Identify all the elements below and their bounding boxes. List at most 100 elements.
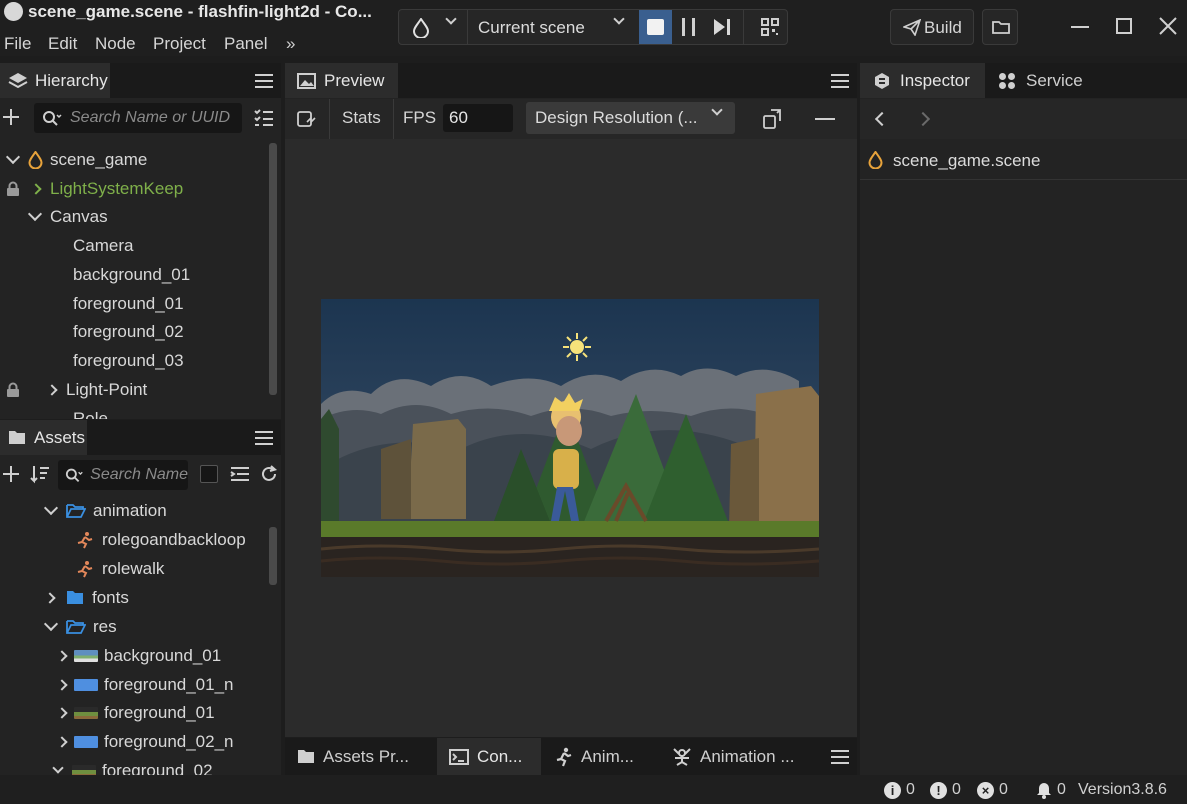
add-asset-icon[interactable] [2, 464, 22, 484]
forward-arrow-icon[interactable] [915, 111, 931, 127]
folder-open-icon [66, 504, 86, 518]
warning-count[interactable]: ! 0 [930, 781, 961, 799]
error-count[interactable]: × 0 [977, 781, 1008, 799]
hierarchy-search-input[interactable]: Search Name or UUID [34, 103, 242, 133]
error-icon: × [977, 781, 994, 799]
hierarchy-scrollbar[interactable] [269, 143, 277, 395]
send-icon [903, 19, 921, 36]
tree-node-light-point[interactable]: Light-Point [6, 375, 147, 404]
lock-icon[interactable] [6, 181, 20, 197]
scene-flame-icon [868, 151, 883, 169]
asset-background-01[interactable]: background_01 [56, 641, 221, 670]
tab-animation-editor[interactable]: Animation ... [672, 738, 795, 775]
build-button[interactable]: Build [890, 9, 974, 45]
app-logo-icon [4, 2, 23, 21]
tree-node-camera[interactable]: Camera [73, 231, 133, 260]
step-button[interactable] [713, 18, 731, 36]
design-resolution-select[interactable]: Design Resolution (... [526, 102, 735, 134]
sort-icon[interactable] [30, 464, 50, 484]
tree-node-foreground-01[interactable]: foreground_01 [73, 289, 184, 318]
window-title: scene_game.scene - flashfin-light2d - Co… [28, 2, 372, 21]
open-folder-button[interactable] [982, 9, 1018, 45]
tab-service[interactable]: Service [998, 63, 1083, 98]
assets-menu-icon[interactable] [255, 431, 273, 445]
collapse-list-icon[interactable] [230, 466, 250, 482]
menu-panel[interactable]: Panel [224, 34, 267, 54]
preview-panel: Preview Stats FPS 60 Design Resolution (… [285, 63, 857, 737]
fps-input[interactable]: 60 [443, 104, 513, 132]
tree-node-foreground-02[interactable]: foreground_02 [73, 317, 184, 346]
tab-animation[interactable]: Anim... [555, 738, 634, 775]
tree-node-background-01[interactable]: background_01 [73, 260, 190, 289]
scene-select-chevron-icon[interactable] [613, 13, 625, 25]
assets-search-input[interactable]: Search Name [58, 460, 188, 490]
bottom-panel-menu-icon[interactable] [831, 750, 849, 764]
menu-project[interactable]: Project [153, 34, 206, 54]
asset-rolegoandbackloop[interactable]: rolegoandbackloop [76, 525, 246, 554]
tree-node-role[interactable]: Role [73, 404, 108, 420]
asset-foreground-01[interactable]: foreground_01 [56, 698, 215, 727]
asset-foreground-02[interactable]: foreground_02 [52, 756, 213, 775]
asset-folder-fonts[interactable]: fonts [44, 583, 129, 612]
bone-animation-icon [673, 747, 691, 766]
tab-assets[interactable]: Assets [0, 420, 87, 455]
engine-flame-icon[interactable] [413, 18, 429, 38]
inspector-asset-name: scene_game.scene [893, 151, 1041, 170]
tab-inspector[interactable]: Inspector [860, 63, 985, 98]
minimize-button[interactable] [1068, 14, 1092, 38]
asset-folder-res[interactable]: res [43, 612, 117, 641]
notification-count[interactable]: 0 [1036, 781, 1066, 799]
inspector-asset-header: scene_game.scene [860, 140, 1187, 180]
sort-list-icon[interactable] [254, 109, 274, 127]
menu-more-icon[interactable]: » [286, 34, 295, 54]
menu-file[interactable]: File [4, 34, 31, 54]
maximize-button[interactable] [1112, 14, 1136, 38]
filter-checkbox[interactable] [200, 465, 218, 483]
tree-clip: Role [0, 404, 268, 420]
back-arrow-icon[interactable] [874, 111, 890, 127]
tab-preview[interactable]: Preview [285, 63, 398, 98]
tree-node-canvas[interactable]: Canvas [27, 202, 108, 231]
add-node-icon[interactable] [2, 107, 22, 127]
tree-node-foreground-03[interactable]: foreground_03 [73, 346, 184, 375]
menu-node[interactable]: Node [95, 34, 136, 54]
tree-node-scene-game[interactable]: scene_game [5, 145, 147, 174]
preview-toolbar: Stats FPS 60 Design Resolution (... [285, 99, 857, 139]
tree-node-lightsystemkeep[interactable]: LightSystemKeep [6, 174, 183, 203]
image-thumbnail-icon [72, 764, 96, 775]
image-thumbnail-icon [74, 735, 98, 748]
asset-foreground-01-n[interactable]: foreground_01_n [56, 670, 234, 699]
assets-panel: Assets Search Name animation rolegoandba… [0, 420, 281, 775]
zoom-out-icon[interactable] [815, 118, 835, 120]
rotate-device-icon[interactable] [297, 110, 317, 128]
qr-code-icon[interactable] [761, 18, 779, 36]
scene-select[interactable]: Current scene [478, 18, 585, 38]
tab-hierarchy[interactable]: Hierarchy [0, 63, 110, 98]
device-swap-icon[interactable] [763, 108, 783, 130]
stop-button[interactable] [639, 10, 672, 44]
folder-icon [9, 431, 25, 444]
tab-assets-preview[interactable]: Assets Pr... [297, 738, 409, 775]
asset-rolewalk[interactable]: rolewalk [76, 554, 164, 583]
refresh-icon[interactable] [260, 465, 278, 483]
stats-toggle[interactable]: Stats [342, 108, 381, 128]
preview-menu-icon[interactable] [831, 74, 849, 88]
menu-edit[interactable]: Edit [48, 34, 77, 54]
close-window-button[interactable] [1156, 14, 1180, 38]
inspector-nav-bar [860, 99, 1187, 139]
hierarchy-menu-icon[interactable] [255, 74, 273, 88]
fps-label: FPS [403, 108, 437, 127]
preview-viewport[interactable] [285, 139, 857, 737]
stop-icon [647, 19, 664, 35]
asset-folder-animation[interactable]: animation [43, 496, 167, 525]
tab-console[interactable]: Con... [437, 738, 541, 775]
info-count[interactable]: i 0 [884, 781, 915, 799]
engine-dropdown-chevron-icon[interactable] [445, 13, 457, 25]
lock-icon[interactable] [6, 382, 20, 398]
image-thumbnail-icon [74, 678, 98, 691]
search-icon [65, 468, 83, 483]
bell-icon [1037, 782, 1051, 799]
pause-button[interactable] [681, 18, 697, 36]
assets-scrollbar[interactable] [269, 527, 277, 585]
asset-foreground-02-n[interactable]: foreground_02_n [56, 727, 234, 756]
